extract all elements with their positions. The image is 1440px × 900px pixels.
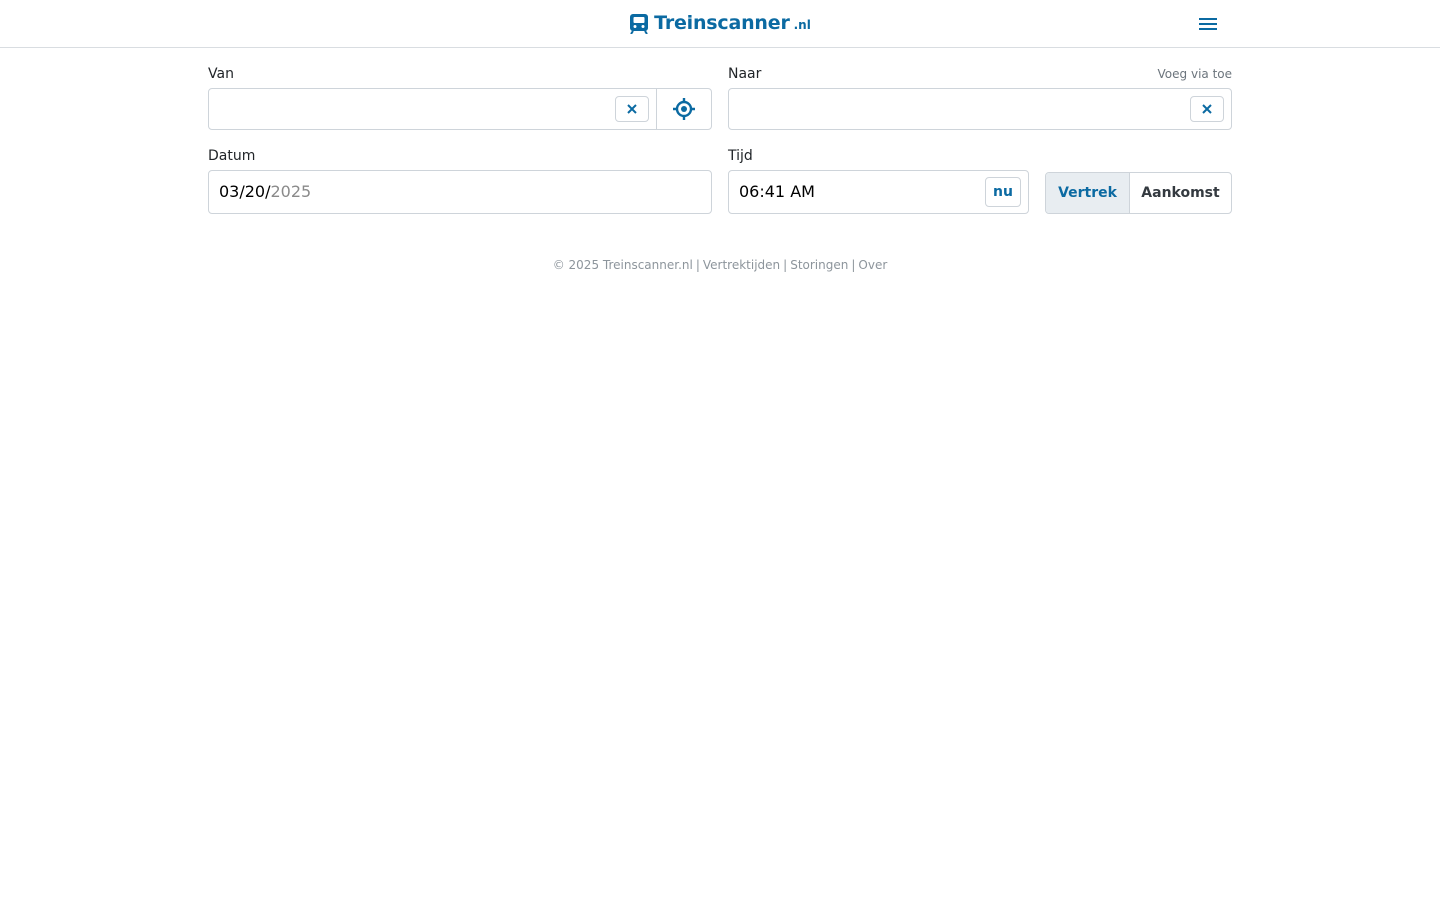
- clear-from-button[interactable]: [615, 96, 649, 122]
- footer-separator: |: [695, 258, 700, 272]
- footer-link-storingen[interactable]: Storingen: [790, 258, 848, 272]
- clear-to-button[interactable]: [1190, 96, 1224, 122]
- time-label: Tijd: [728, 148, 753, 164]
- footer-link-vertrektijden[interactable]: Vertrektijden: [703, 258, 780, 272]
- footer-separator: |: [851, 258, 856, 272]
- footer: © 2025 Treinscanner.nl | Vertrektijden | Sto…: [0, 258, 1440, 272]
- footer-link-over[interactable]: Over: [858, 258, 887, 272]
- use-location-button[interactable]: [656, 89, 711, 129]
- date-value: 03/20/2025: [219, 182, 311, 201]
- from-field[interactable]: [208, 88, 712, 130]
- logo-text: Treinscanner: [654, 12, 790, 34]
- date-label: Datum: [208, 148, 256, 164]
- arrival-option[interactable]: Aankomst: [1130, 173, 1231, 213]
- date-input[interactable]: 03/20/2025: [208, 170, 712, 214]
- logo-tld: .nl: [793, 18, 811, 32]
- crosshair-location-icon: [673, 98, 695, 120]
- now-button[interactable]: nu: [985, 177, 1021, 207]
- footer-separator: |: [783, 258, 788, 272]
- close-icon: [1202, 104, 1212, 114]
- menu-button[interactable]: [1196, 12, 1220, 36]
- close-icon: [627, 104, 637, 114]
- time-input[interactable]: 06:41 AM nu: [728, 170, 1029, 214]
- top-bar: Treinscanner .nl: [0, 0, 1440, 48]
- to-field[interactable]: [728, 88, 1232, 130]
- treinscanner-logo[interactable]: Treinscanner .nl: [629, 13, 811, 34]
- train-icon: [630, 14, 649, 34]
- hamburger-menu-icon: [1199, 18, 1217, 30]
- departure-arrival-toggle: Vertrek Aankomst: [1045, 172, 1232, 214]
- departure-option[interactable]: Vertrek: [1046, 173, 1130, 213]
- date-value-month-day: 03/20/: [219, 182, 271, 201]
- footer-copyright-link[interactable]: © 2025 Treinscanner.nl: [553, 258, 693, 272]
- add-via-link[interactable]: Voeg via toe: [1158, 67, 1232, 81]
- to-label: Naar: [728, 66, 762, 82]
- time-value: 06:41 AM: [739, 182, 815, 201]
- from-label: Van: [208, 66, 234, 82]
- date-value-year: 2025: [270, 182, 312, 201]
